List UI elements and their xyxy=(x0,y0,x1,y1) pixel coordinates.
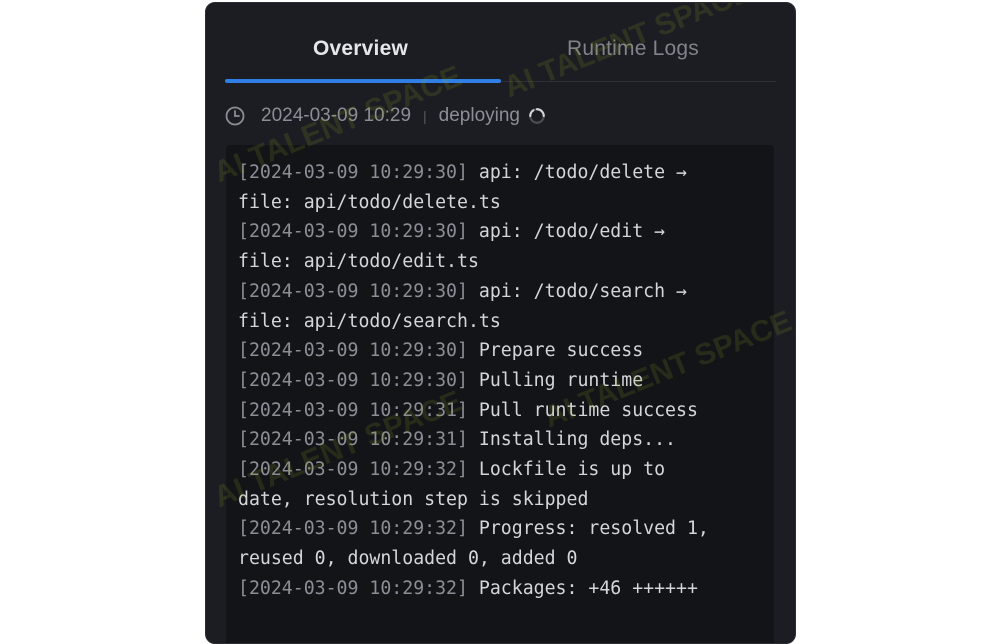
log-line: [2024-03-09 10:29:30] api: /todo/edit → xyxy=(238,217,774,247)
active-tab-indicator xyxy=(225,79,501,83)
deployment-state: deploying xyxy=(438,105,520,126)
log-message: api: /todo/search → xyxy=(467,280,687,302)
log-timestamp: [2024-03-09 10:29:31] xyxy=(238,429,468,451)
log-line: [2024-03-09 10:29:30] api: /todo/delete … xyxy=(238,158,774,188)
log-timestamp: [2024-03-09 10:29:32] xyxy=(238,577,468,599)
log-line: [2024-03-09 10:29:30] Pulling runtime xyxy=(238,366,774,396)
loading-spinner-icon xyxy=(529,108,545,124)
tab-runtime-logs[interactable]: Runtime Logs xyxy=(567,37,699,61)
log-message: api: /todo/edit → xyxy=(467,221,666,243)
deployment-panel: Overview Runtime Logs 2024-03-09 10:29 |… xyxy=(205,2,796,644)
log-message: Installing deps... xyxy=(467,429,676,451)
status-separator: | xyxy=(423,108,427,124)
log-message: Lockfile is up to xyxy=(467,459,666,481)
log-timestamp: [2024-03-09 10:29:30] xyxy=(238,369,468,391)
log-message: Pulling runtime xyxy=(467,369,644,391)
log-message: Prepare success xyxy=(467,340,644,362)
log-timestamp: [2024-03-09 10:29:30] xyxy=(238,162,468,183)
runtime-log-output[interactable]: [2024-03-09 10:29:30] api: /todo/delete … xyxy=(226,145,774,643)
deployment-timestamp: 2024-03-09 10:29 xyxy=(261,105,412,126)
deployment-status: 2024-03-09 10:29 | deploying xyxy=(225,101,546,131)
log-message: api: /todo/delete → xyxy=(467,162,687,183)
log-line: [2024-03-09 10:29:32] Lockfile is up to xyxy=(238,455,774,485)
log-message: Progress: resolved 1, xyxy=(467,518,709,540)
log-timestamp: [2024-03-09 10:29:32] xyxy=(238,459,468,481)
log-line: [2024-03-09 10:29:31] Pull runtime succe… xyxy=(238,396,774,426)
log-line: [2024-03-09 10:29:32] Progress: resolved… xyxy=(238,514,774,544)
log-line: [2024-03-09 10:29:30] Prepare success xyxy=(238,336,774,366)
log-line: [2024-03-09 10:29:30] api: /todo/search … xyxy=(238,277,774,307)
tab-overview[interactable]: Overview xyxy=(313,37,408,61)
log-timestamp: [2024-03-09 10:29:30] xyxy=(238,280,468,302)
log-message: Pull runtime success xyxy=(467,399,698,421)
log-message: Packages: +46 ++++++ xyxy=(467,577,698,599)
log-timestamp: [2024-03-09 10:29:32] xyxy=(238,518,468,540)
log-message-continued: reused 0, downloaded 0, added 0 xyxy=(238,548,578,570)
log-message-continued: file: api/todo/delete.ts xyxy=(238,191,501,213)
log-message-continued: file: api/todo/search.ts xyxy=(238,310,501,332)
tab-bar: Overview Runtime Logs xyxy=(225,3,776,83)
log-line: [2024-03-09 10:29:32] Packages: +46 ++++… xyxy=(238,574,774,604)
log-line: [2024-03-09 10:29:31] Installing deps... xyxy=(238,425,774,455)
log-message-continued: file: api/todo/edit.ts xyxy=(238,251,479,273)
log-timestamp: [2024-03-09 10:29:30] xyxy=(238,221,468,243)
clock-icon xyxy=(225,106,245,126)
log-timestamp: [2024-03-09 10:29:31] xyxy=(238,399,468,421)
log-timestamp: [2024-03-09 10:29:30] xyxy=(238,340,468,362)
log-message-continued: date, resolution step is skipped xyxy=(238,488,589,510)
